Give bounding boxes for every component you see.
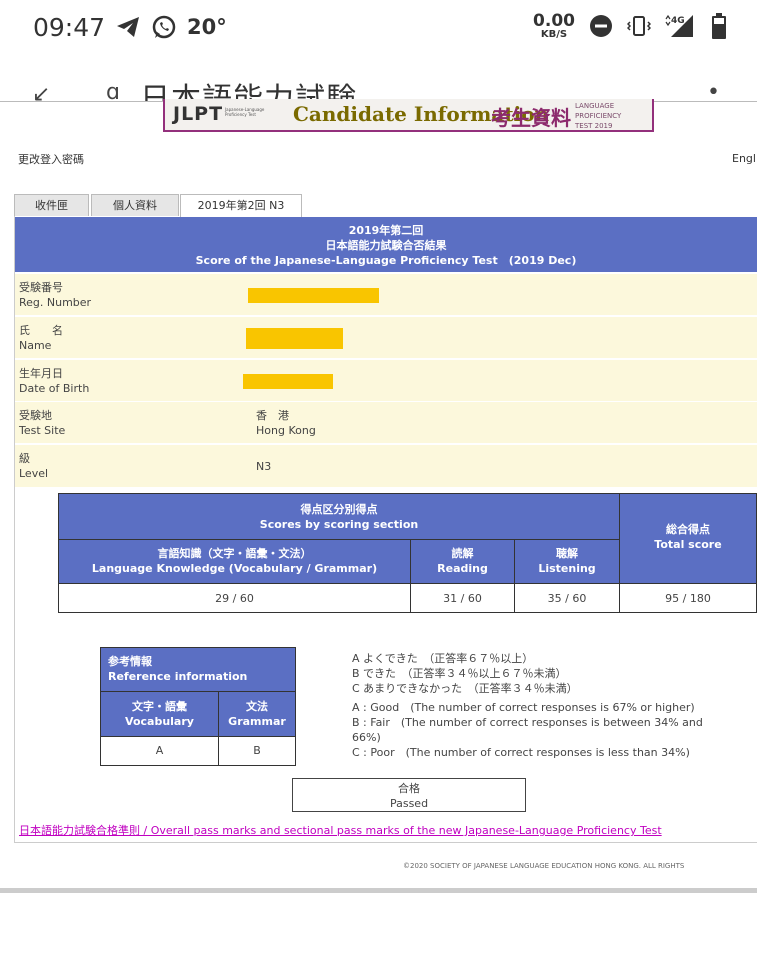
- jlpt-logo-subtitle: Japanese-Language Proficiency Test: [225, 107, 265, 117]
- candidate-info-banner: JLPT Japanese-Language Proficiency Test …: [163, 99, 654, 132]
- tab-inbox[interactable]: 收件匣: [14, 194, 89, 216]
- grammar-header: 文法 Grammar: [218, 691, 296, 737]
- row-date-of-birth: 生年月日 Date of Birth: [15, 360, 757, 402]
- redacted-reg-number: [248, 288, 379, 303]
- listening-score: 35 / 60: [514, 583, 620, 613]
- vocabulary-grade: A: [100, 736, 219, 766]
- pass-result: 合格 Passed: [292, 778, 526, 812]
- vocabulary-header: 文字・語彙 Vocabulary: [100, 691, 219, 737]
- reference-header: 参考情報 Reference information: [100, 647, 296, 692]
- language-knowledge-header: 言語知識（文字・語彙・文法） Language Knowledge (Vocab…: [58, 539, 411, 584]
- redacted-name: [246, 328, 343, 349]
- pass-marks-link[interactable]: 日本語能力試験合格準則 / Overall pass marks and sec…: [19, 822, 662, 838]
- tab-2019-n3[interactable]: 2019年第2回 N3: [180, 194, 302, 217]
- copyright: ©2020 SOCIETY OF JAPANESE LANGUAGE EDUCA…: [403, 862, 685, 870]
- header-title-jp: 日本語能力試験合否結果: [325, 239, 447, 252]
- header-session: 2019年第二回: [348, 224, 424, 237]
- app-bar-title: 日本語能力試験: [140, 82, 357, 102]
- page-bottom-bar: [0, 888, 757, 893]
- status-notifications: 20°: [115, 14, 227, 40]
- tab-personal-info[interactable]: 個人資料: [91, 194, 179, 216]
- result-header: 2019年第二回 日本語能力試験合否結果 Score of the Japane…: [15, 217, 757, 272]
- app-bar: ↙ ɑ 日本語能力試験 •: [0, 60, 757, 102]
- signal-4g-icon: 4G: [665, 14, 693, 37]
- test-site-value: 香 港 Hong Kong: [256, 409, 316, 437]
- row-name: 氏 名 Name: [15, 317, 757, 359]
- whatsapp-icon: [152, 15, 176, 39]
- reading-score: 31 / 60: [410, 583, 515, 613]
- listening-header: 聴解 Listening: [514, 539, 620, 584]
- jlpt-logo: JLPT: [173, 103, 224, 125]
- battery-icon: [712, 13, 726, 39]
- status-bar: 09:47 20° 0.00 KB/S 4G: [0, 0, 757, 60]
- redacted-date-of-birth: [243, 374, 333, 389]
- header-title-en: Score of the Japanese-Language Proficien…: [195, 254, 577, 267]
- browser-icon: ɑ: [106, 80, 120, 102]
- svg-text:4G: 4G: [671, 16, 685, 26]
- total-score-header: 総合得点 Total score: [619, 493, 757, 584]
- network-speed: 0.00 KB/S: [533, 10, 575, 40]
- row-test-site: 受験地 Test Site 香 港 Hong Kong: [15, 402, 757, 444]
- language-switch-link[interactable]: Engli: [732, 152, 757, 165]
- more-menu-icon[interactable]: •: [707, 80, 720, 102]
- row-reg-number: 受験番号 Reg. Number: [15, 274, 757, 316]
- do-not-disturb-icon: [590, 15, 612, 37]
- total-score: 95 / 180: [619, 583, 757, 613]
- grade-legend-en: A : Good (The number of correct response…: [352, 701, 703, 759]
- reading-header: 読解 Reading: [410, 539, 515, 584]
- grade-legend-jp: A よくできた （正答率６７％以上） B できた （正答率３４％以上６７％未満）…: [352, 652, 578, 695]
- scores-section-header: 得点区分別得点 Scores by scoring section: [58, 493, 620, 540]
- telegram-icon: [117, 17, 139, 37]
- banner-title-jp: 考生資料: [491, 106, 571, 130]
- row-level: 級 Level N3: [15, 445, 757, 488]
- banner-side-text: LANGUAGE PROFICIENCY TEST 2019: [575, 102, 622, 130]
- grammar-grade: B: [218, 736, 296, 766]
- back-arrow-icon[interactable]: ↙: [32, 82, 50, 102]
- status-time: 09:47: [33, 13, 106, 42]
- change-password-link[interactable]: 更改登入密碼: [18, 151, 84, 167]
- status-system-icons: 0.00 KB/S 4G: [533, 12, 727, 40]
- vibrate-icon: [627, 16, 651, 36]
- level-value: N3: [256, 460, 272, 473]
- status-temperature: 20°: [187, 15, 227, 39]
- score-table: 得点区分別得点 Scores by scoring section 総合得点 T…: [58, 493, 757, 613]
- language-knowledge-score: 29 / 60: [58, 583, 411, 613]
